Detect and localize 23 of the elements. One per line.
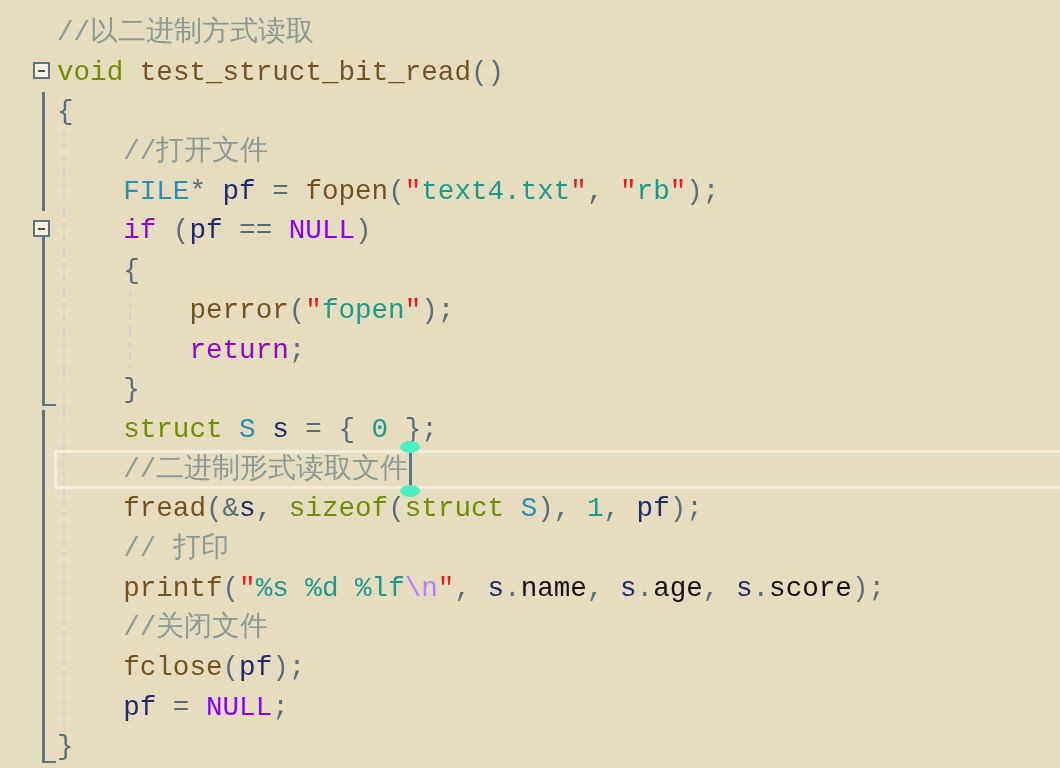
collapse-icon[interactable]	[33, 61, 50, 79]
code-line: //二进制形式读取文件	[123, 452, 409, 487]
collapse-icon[interactable]	[33, 220, 50, 238]
code-line: }	[57, 730, 74, 765]
code-line: void test_struct_bit_read()	[57, 55, 505, 90]
code-line: pf = NULL;	[123, 690, 289, 725]
code-line: //打开文件	[123, 134, 269, 170]
code-line: // 打印	[123, 531, 229, 566]
fold-end-line	[42, 370, 56, 407]
code-line: FILE* pf = fopen("text4.txt", "rb");	[123, 174, 720, 209]
code-line: //以二进制方式读取	[57, 15, 315, 50]
code-line: fread(&s, sizeof(struct S), 1, pf);	[123, 492, 703, 527]
code-line: //关闭文件	[123, 610, 269, 646]
code-line: struct S s = { 0 };	[123, 412, 438, 447]
code-line: {	[57, 95, 74, 130]
code-line: printf("%s %d %lf\n", s.name, s.age, s.score);	[123, 571, 885, 606]
code-line: if (pf == NULL)	[123, 214, 372, 249]
code-line: return;	[189, 333, 306, 368]
code-line: perror("fopen");	[189, 293, 455, 328]
fold-end-line	[42, 727, 56, 764]
code-line: }	[123, 373, 140, 408]
code-line: fclose(pf);	[123, 651, 306, 685]
code-line: {	[123, 254, 140, 289]
